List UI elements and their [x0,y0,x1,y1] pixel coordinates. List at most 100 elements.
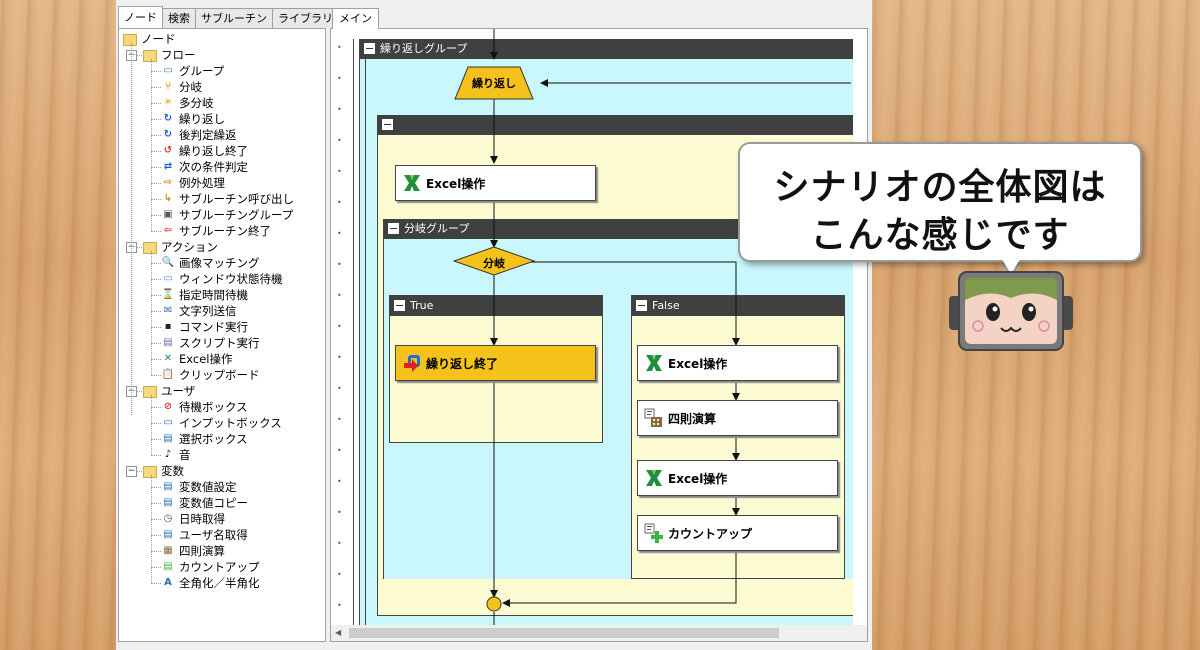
excel-icon [644,353,664,373]
callout-bubble: シナリオの全体図は こんな感じです [738,142,1142,262]
script-icon: ▤ [163,337,173,348]
tree-connector [151,263,161,264]
tree-item-label: 全角化／半角化 [179,576,260,590]
tree-connector [131,43,132,415]
tree-connector [151,151,161,152]
tree-connector [136,247,142,248]
tree-item-label: 繰り返し [179,112,225,126]
tree-connector [151,295,161,296]
tab-main[interactable]: メイン [332,8,379,29]
next-condition-icon: ⇄ [163,161,173,172]
loop-end-icon: ↺ [163,145,173,156]
folder-shape [143,50,157,62]
excel-icon [402,173,422,193]
countup-node[interactable]: カウントアップ [637,515,838,551]
tree-item-label: 変数値設定 [179,480,237,494]
string-send-icon: ✉ [163,305,173,316]
tree-item-label: 変数値コピー [179,496,248,510]
node-tree: ノード − フロー ▭ グループ ⑂ 分岐 ✳ 多分岐 ↻ 繰り返し ↻ 後判定繰返 ↺ 繰り返し終了 ⇄ 次の… [118,28,326,642]
excel-icon: ✕ [163,353,173,364]
tree-connector [151,279,161,280]
clipboard-icon: 📋 [161,369,175,380]
false-node-label: Excel操作 [668,357,728,371]
subroutine-call-icon: ↳ [163,193,173,204]
flow-canvas: • • • • • • • • • • • • • • • • • • • 繰り返しグループ 分岐グループ [330,28,868,642]
horizontal-scroll-thumb[interactable] [349,628,779,638]
tree-connector [151,71,161,72]
folder-shape [143,386,157,398]
tree-connector [151,311,161,312]
tree-item-label: クリップボード [179,368,260,382]
tree-connector [151,87,161,88]
tab-node[interactable]: ノード [118,6,163,28]
tree-root-label: ノード [141,32,176,46]
sound-icon: ♪ [164,449,172,460]
excel-node[interactable]: Excel操作 [395,165,596,201]
horizontal-scrollbar[interactable]: ◀ ▶ [331,625,867,641]
excel-node[interactable]: Excel操作 [637,460,838,496]
folder-shape [143,242,157,254]
folder-icon [123,32,137,46]
tree-connector [151,487,161,488]
folder-icon [143,48,157,62]
tree-item-label: 日時取得 [179,512,225,526]
excel-icon [644,468,664,488]
tree-item-label: 繰り返し終了 [179,144,248,158]
callout-line-1: シナリオの全体図は [773,167,1107,208]
tree-item-label: 分岐 [179,80,202,94]
tree-item-label: 音 [179,448,191,462]
loop-end-node[interactable]: 繰り返し終了 [395,345,596,381]
tree-connector [151,343,161,344]
tree-connector [151,407,161,408]
left-panel-tabs: ノード 検索 サブルーチン ライブラリ [118,6,339,28]
image-match-icon: 🔍 [161,257,175,268]
tree-connector [136,391,142,392]
arithmetic-node[interactable]: 四則演算 [637,400,838,436]
tree-connector [151,231,161,232]
tree-connector [151,551,161,552]
branch-node-label[interactable]: 分岐 [464,255,524,271]
callout-line-2: こんな感じです [810,215,1070,256]
tree-connector [151,475,152,583]
exception-icon: ⇨ [163,177,173,188]
tree-item-label: スクリプト実行 [179,336,260,350]
tree-item-label: サブルーチングループ [179,208,294,222]
tree-connector [151,395,152,455]
tree-item-label: 後判定繰返 [179,128,237,142]
tree-item-label: 文字列送信 [179,304,237,318]
false-node-label: Excel操作 [668,472,728,486]
tree-item-label: 四則演算 [179,544,225,558]
tree-item-label: サブルーチン呼び出し [179,192,294,206]
subroutine-end-icon: ⇦ [163,225,173,236]
excel-node[interactable]: Excel操作 [637,345,838,381]
tree-item-label: Excel操作 [179,352,233,366]
branch-icon: ⑂ [165,81,171,92]
folder-icon [143,384,157,398]
countup-icon [644,523,664,543]
tree-item-label: 指定時間待機 [179,288,248,302]
tree-connector [136,55,142,56]
time-wait-icon: ⌛ [161,289,175,300]
tree-connector [151,439,161,440]
tree-connector [151,583,161,584]
wood-background-left [0,0,116,650]
tab-subroutine[interactable]: サブルーチン [195,8,273,28]
var-copy-icon: ▤ [163,497,173,508]
tree-item-label: グループ [179,64,225,78]
loop-node-label[interactable]: 繰り返し [455,75,533,91]
tree-connector [151,119,161,120]
false-node-label: カウントアップ [668,527,753,541]
tree-item-label: ウィンドウ状態待機 [179,272,283,286]
tree-connector [151,215,161,216]
tree-group-label: アクション [161,240,218,254]
tab-library[interactable]: ライブラリ [272,8,339,28]
tree-item-label: 多分岐 [179,96,214,110]
tree-connector [151,519,161,520]
tree-item-label: サブルーチン終了 [179,224,271,238]
tree-connector [151,503,161,504]
tab-search[interactable]: 検索 [162,8,196,28]
var-set-icon: ▤ [163,481,173,492]
scroll-left-icon[interactable]: ◀ [335,628,341,637]
tree-item-label: コマンド実行 [179,320,248,334]
excel-node-label: Excel操作 [426,177,486,191]
